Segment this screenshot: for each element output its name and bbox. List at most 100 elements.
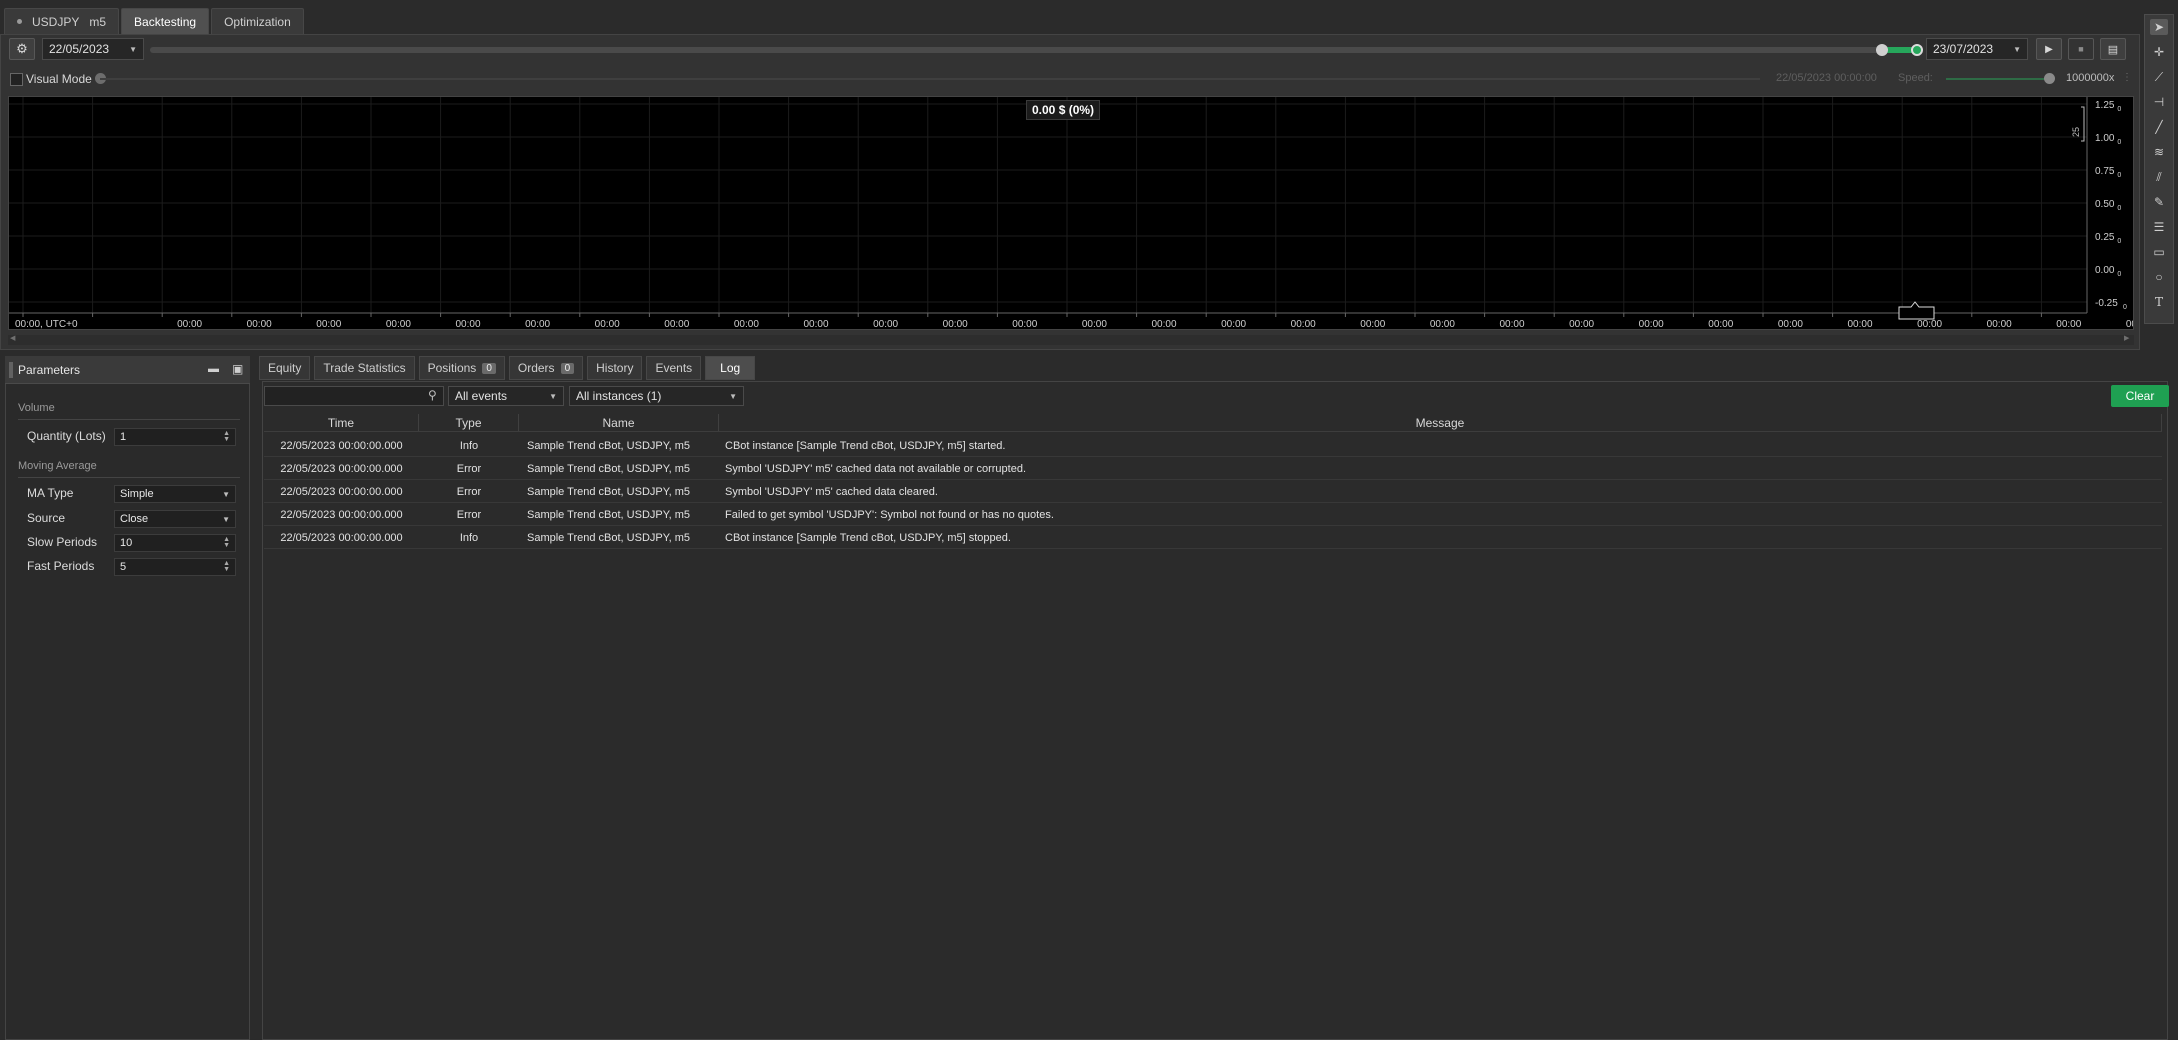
- end-date-value: 23/07/2023: [1933, 42, 1994, 56]
- search-icon[interactable]: ⚲: [428, 388, 437, 402]
- y-tick-label-subscript: 0: [2117, 106, 2121, 113]
- line-icon[interactable]: ╱: [2150, 119, 2168, 135]
- x-tick-label: 00:00: [1082, 319, 1107, 330]
- column-time[interactable]: Time: [264, 414, 419, 431]
- column-type[interactable]: Type: [419, 414, 519, 431]
- log-search-input[interactable]: [264, 386, 444, 406]
- playhead-flag: [1898, 301, 1935, 320]
- stop-button[interactable]: ■: [2068, 38, 2094, 60]
- y-tick-label: 0.00: [2095, 265, 2115, 276]
- section-divider: [18, 477, 240, 478]
- more-options-icon[interactable]: ⋮: [2122, 72, 2132, 83]
- visual-time-readout: 22/05/2023 00:00:00: [1776, 72, 1877, 84]
- y-tick-label: -0.25: [2095, 298, 2118, 309]
- chevron-down-icon: ▼: [222, 514, 230, 524]
- column-name[interactable]: Name: [519, 414, 719, 431]
- trend-tool-icon[interactable]: ⟋: [2150, 69, 2168, 85]
- tab-events[interactable]: Events: [646, 356, 702, 380]
- speed-value: 1000000x: [2066, 72, 2115, 84]
- range-start-handle[interactable]: [1876, 44, 1888, 56]
- instance-filter-select[interactable]: All instances (1) ▼: [569, 386, 744, 406]
- stepper-arrows-icon[interactable]: ▲ ▼: [223, 560, 230, 573]
- table-row[interactable]: 22/05/2023 00:00:00.000 Error Sample Tre…: [264, 458, 2162, 480]
- log-table-header: Time Type Name Message: [264, 414, 2162, 432]
- x-tick-label: 00:00: [525, 319, 550, 330]
- x-tick-label: 00:00: [1847, 319, 1872, 330]
- tab-optimization[interactable]: Optimization: [211, 8, 304, 34]
- slow-periods-stepper[interactable]: 10 ▲ ▼: [114, 534, 236, 552]
- speed-slider-handle[interactable]: [2044, 73, 2055, 84]
- equity-chart[interactable]: 1.25 0 1.00 0 0.75 0 0.50 0 0.25 0 0.00 0 -0.25 0 00:0…: [8, 96, 2134, 330]
- chart-title: 0.00 $ (0%): [1026, 100, 1101, 120]
- row-name: Sample Trend cBot, USDJPY, m5: [527, 531, 691, 544]
- x-tick-label: 00:00: [1221, 319, 1246, 330]
- end-date-select[interactable]: 23/07/2023 ▼: [1926, 38, 2028, 60]
- chart-horizontal-scrollbar[interactable]: ◀ ▶: [8, 335, 2134, 345]
- row-type: Error: [456, 485, 482, 498]
- save-icon: ▤: [2107, 43, 2119, 56]
- tab-symbol[interactable]: USDJPY m5: [4, 8, 120, 34]
- quantity-value: 1: [120, 431, 127, 443]
- brush-icon[interactable]: ✎: [2150, 194, 2168, 210]
- tab-positions[interactable]: Positions 0: [418, 356, 505, 380]
- text-icon[interactable]: T: [2150, 294, 2168, 310]
- range-end-handle[interactable]: [1911, 44, 1923, 56]
- row-time: 22/05/2023 00:00:00.000: [280, 462, 403, 475]
- visual-mode-checkbox[interactable]: [10, 73, 23, 86]
- tab-timeframe-label: m5: [89, 14, 107, 29]
- tab-backtesting[interactable]: Backtesting: [121, 8, 210, 34]
- parameters-title: Parameters: [18, 363, 81, 377]
- source-value: Close: [120, 513, 149, 525]
- fast-periods-value: 5: [120, 561, 127, 573]
- stop-icon: ■: [2078, 44, 2084, 54]
- table-row[interactable]: 22/05/2023 00:00:00.000 Error Sample Tre…: [264, 504, 2162, 526]
- fibonacci-icon[interactable]: ≋: [2150, 144, 2168, 160]
- save-preset-icon[interactable]: ▣: [232, 362, 243, 376]
- table-row[interactable]: 22/05/2023 00:00:00.000 Error Sample Tre…: [264, 481, 2162, 503]
- row-time: 22/05/2023 00:00:00.000: [280, 439, 403, 452]
- scroll-left-icon[interactable]: ◀: [10, 334, 15, 342]
- tab-equity[interactable]: Equity: [259, 356, 311, 380]
- crosshair-icon[interactable]: ✛: [2150, 44, 2168, 60]
- rectangle-icon[interactable]: ▭: [2150, 244, 2168, 260]
- tab-trade-statistics[interactable]: Trade Statistics: [314, 356, 415, 380]
- tab-log[interactable]: Log: [705, 356, 756, 380]
- ma-type-select[interactable]: Simple ▼: [114, 485, 236, 503]
- table-row[interactable]: 22/05/2023 00:00:00.000 Info Sample Tren…: [264, 527, 2162, 549]
- event-filter-select[interactable]: All events ▼: [448, 386, 564, 406]
- load-preset-icon[interactable]: ▬: [208, 363, 219, 375]
- column-message[interactable]: Message: [719, 414, 2162, 431]
- start-date-select[interactable]: 22/05/2023 ▼: [42, 38, 144, 60]
- speed-slider-track[interactable]: [1946, 78, 2050, 80]
- measure-icon[interactable]: ⊣: [2150, 94, 2168, 110]
- play-button[interactable]: ▶: [2036, 38, 2062, 60]
- x-tick-label: 00:00: [2056, 319, 2081, 330]
- tab-orders[interactable]: Orders 0: [508, 356, 584, 380]
- x-tick-label: 00:00: [873, 319, 898, 330]
- parameters-panel: [5, 356, 250, 1040]
- y-tick-label: 1.00: [2095, 133, 2115, 144]
- fast-periods-stepper[interactable]: 5 ▲ ▼: [114, 558, 236, 576]
- stepper-arrows-icon[interactable]: ▲ ▼: [223, 430, 230, 443]
- grid-lines-icon[interactable]: ☰: [2150, 219, 2168, 235]
- quantity-stepper[interactable]: 1 ▲ ▼: [114, 428, 236, 446]
- pitchfork-icon[interactable]: ⫽: [2150, 169, 2168, 185]
- row-name: Sample Trend cBot, USDJPY, m5: [527, 485, 691, 498]
- tab-history[interactable]: History: [587, 356, 643, 380]
- source-select[interactable]: Close ▼: [114, 510, 236, 528]
- table-row[interactable]: 22/05/2023 00:00:00.000 Info Sample Tren…: [264, 435, 2162, 457]
- x-tick-label: 00:00: [455, 319, 480, 330]
- status-dot-icon: [17, 19, 22, 24]
- scroll-right-icon[interactable]: ▶: [2124, 334, 2129, 342]
- ellipse-icon[interactable]: ○: [2150, 269, 2168, 285]
- cursor-icon[interactable]: ➤: [2150, 19, 2168, 35]
- save-button[interactable]: ▤: [2100, 38, 2126, 60]
- date-range-track[interactable]: [150, 47, 1920, 53]
- y-tick-label-subscript: 0: [2117, 271, 2121, 278]
- stepper-arrows-icon[interactable]: ▲ ▼: [223, 536, 230, 549]
- panel-grip[interactable]: [9, 362, 13, 378]
- clear-log-button[interactable]: Clear: [2111, 385, 2169, 407]
- settings-button[interactable]: ⚙: [9, 38, 35, 60]
- row-name: Sample Trend cBot, USDJPY, m5: [527, 508, 691, 521]
- visual-progress-track[interactable]: [100, 78, 1760, 80]
